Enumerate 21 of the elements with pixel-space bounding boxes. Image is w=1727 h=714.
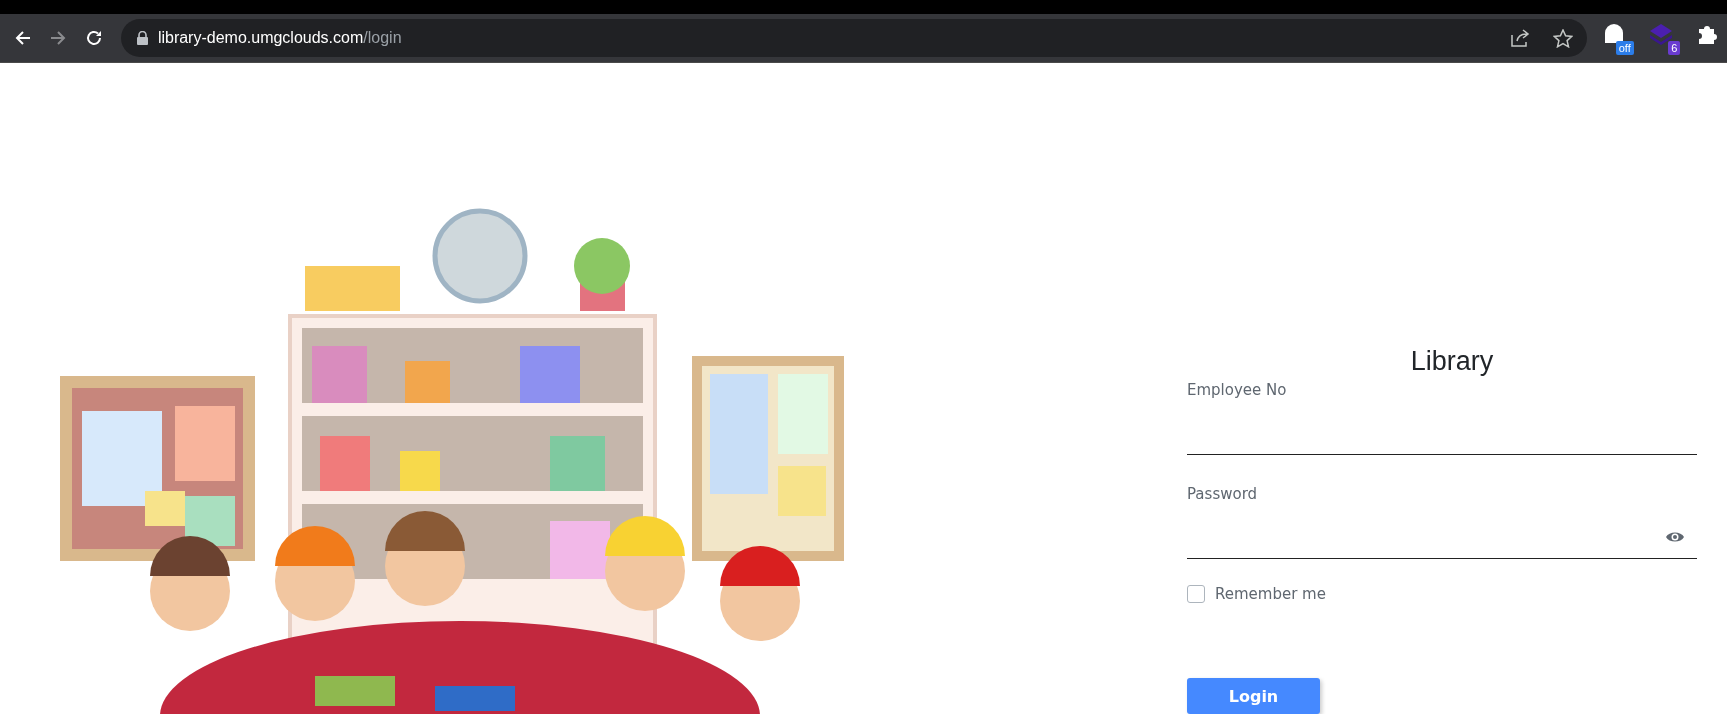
- field-label: Password: [1187, 484, 1259, 503]
- extension-button[interactable]: off: [1601, 21, 1634, 55]
- extension-badge: 6: [1668, 41, 1681, 55]
- extension-button[interactable]: 6: [1647, 21, 1681, 55]
- field-label: Employee No: [1187, 381, 1288, 399]
- address-bar[interactable]: library-demo.umgclouds.com/login: [120, 19, 1588, 57]
- lock-icon: [136, 31, 148, 45]
- url-text: library-demo.umgclouds.com/login: [157, 29, 402, 47]
- share-icon[interactable]: [1511, 29, 1532, 47]
- login-title: Library: [1410, 346, 1494, 377]
- back-icon: [14, 30, 31, 46]
- extension-badge: off: [1615, 41, 1634, 55]
- ghost-icon: [1602, 23, 1625, 45]
- layers-icon: [1648, 23, 1673, 45]
- puzzle-icon: [1696, 23, 1719, 45]
- forward-icon: [50, 30, 67, 46]
- star-icon[interactable]: [1553, 28, 1574, 48]
- login-button[interactable]: Login: [1187, 678, 1320, 714]
- checkbox-label: Remember me: [1215, 585, 1326, 603]
- reload-icon: [85, 29, 104, 47]
- remember-checkbox[interactable]: [1187, 585, 1205, 603]
